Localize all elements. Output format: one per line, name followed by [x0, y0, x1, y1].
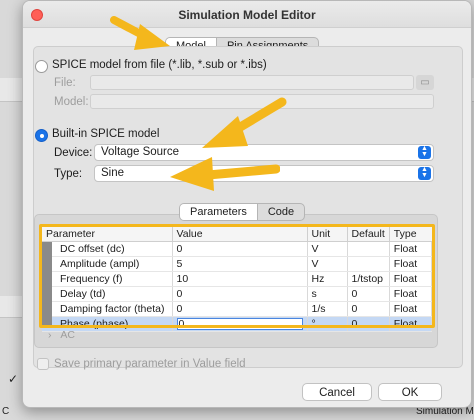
ac-group-label: AC	[60, 329, 76, 341]
column-header-default[interactable]: Default	[347, 227, 390, 242]
table-header-row: Parameter Value Unit Default Type	[42, 227, 432, 242]
builtin-spice-radio[interactable]	[35, 129, 48, 142]
chevron-updown-icon: ▲ ▼	[418, 145, 431, 159]
param-unit: s	[307, 286, 348, 302]
background-checkmark: ✓	[8, 372, 19, 386]
type-label: Type:	[54, 168, 83, 180]
column-header-type[interactable]: Type	[389, 227, 432, 242]
tab-parameters[interactable]: Parameters	[180, 204, 258, 220]
title-bar: Simulation Model Editor	[23, 1, 471, 28]
param-default: 0	[347, 316, 390, 332]
param-value[interactable]: 5	[172, 256, 308, 272]
tab-code[interactable]: Code	[258, 204, 304, 220]
param-value-cell[interactable]: 0	[172, 316, 308, 332]
param-value[interactable]: 0	[172, 286, 308, 302]
dialog-title: Simulation Model Editor	[178, 8, 316, 22]
cancel-button[interactable]: Cancel	[302, 383, 372, 401]
param-name: Delay (td)	[42, 286, 173, 302]
param-default: 0	[347, 301, 390, 317]
param-default	[347, 241, 390, 257]
file-path-field[interactable]	[90, 75, 414, 90]
chevron-right-icon: ›	[48, 329, 52, 341]
param-unit: 1/s	[307, 301, 348, 317]
ok-button[interactable]: OK	[378, 383, 442, 401]
table-row[interactable]: Amplitude (ampl) 5 V Float	[42, 256, 433, 272]
param-unit: Hz	[307, 271, 348, 287]
file-label: File:	[54, 77, 76, 89]
device-select[interactable]: Voltage Source ▲ ▼	[94, 144, 434, 161]
device-select-value: Voltage Source	[101, 146, 180, 158]
param-type: Float	[389, 241, 433, 257]
param-value-editor[interactable]: 0	[176, 318, 303, 330]
param-unit: °	[307, 316, 348, 332]
param-value[interactable]: 10	[172, 271, 308, 287]
chevron-updown-icon: ▲ ▼	[418, 166, 431, 180]
spice-file-radio[interactable]	[35, 60, 48, 73]
param-unit: V	[307, 241, 348, 257]
spice-file-radio-label: SPICE model from file (*.lib, *.sub or *…	[52, 59, 267, 71]
group-gutter	[42, 242, 52, 327]
table-row[interactable]: Delay (td) 0 s 0 Float	[42, 286, 433, 302]
param-value[interactable]: 0	[172, 241, 308, 257]
type-select-value: Sine	[101, 167, 125, 179]
param-type: Float	[389, 271, 433, 287]
save-primary-checkbox[interactable]	[37, 358, 49, 370]
model-select-field[interactable]	[90, 94, 434, 109]
column-header-parameter[interactable]: Parameter	[42, 227, 173, 242]
param-name: Damping factor (theta)	[42, 301, 173, 317]
model-label: Model:	[54, 96, 89, 108]
table-row-selected[interactable]: Phase (phase) 0 ° 0 Float	[42, 316, 433, 332]
background-side-strip	[0, 296, 22, 318]
type-select[interactable]: Sine ▲ ▼	[94, 165, 434, 182]
table-row[interactable]: DC offset (dc) 0 V Float	[42, 241, 433, 257]
table-row[interactable]: Damping factor (theta) 0 1/s 0 Float	[42, 301, 433, 317]
param-name: DC offset (dc)	[42, 241, 173, 257]
param-name: Frequency (f)	[42, 271, 173, 287]
parameters-table: Parameter Value Unit Default Type DC off…	[42, 227, 433, 332]
save-primary-label: Save primary parameter in Value field	[54, 358, 246, 370]
param-type: Float	[389, 256, 433, 272]
device-label: Device:	[54, 147, 93, 159]
column-header-value[interactable]: Value	[172, 227, 308, 242]
param-value[interactable]: 0	[172, 301, 308, 317]
param-type: Float	[389, 286, 433, 302]
param-name: Amplitude (ampl)	[42, 256, 173, 272]
param-type: Float	[389, 301, 433, 317]
column-header-unit[interactable]: Unit	[307, 227, 348, 242]
param-type: Float	[389, 316, 433, 332]
param-default: 0	[347, 286, 390, 302]
param-default: 1/tstop	[347, 271, 390, 287]
param-default	[347, 256, 390, 272]
table-row[interactable]: Frequency (f) 10 Hz 1/tstop Float	[42, 271, 433, 287]
builtin-spice-radio-label: Built-in SPICE model	[52, 128, 160, 140]
param-unit: V	[307, 256, 348, 272]
background-bottom-left-fragment: C	[2, 406, 10, 417]
folder-icon[interactable]: ▭	[416, 75, 434, 90]
inner-tab-bar: Parameters Code	[179, 203, 306, 221]
ac-group-row[interactable]: › AC	[48, 329, 75, 341]
